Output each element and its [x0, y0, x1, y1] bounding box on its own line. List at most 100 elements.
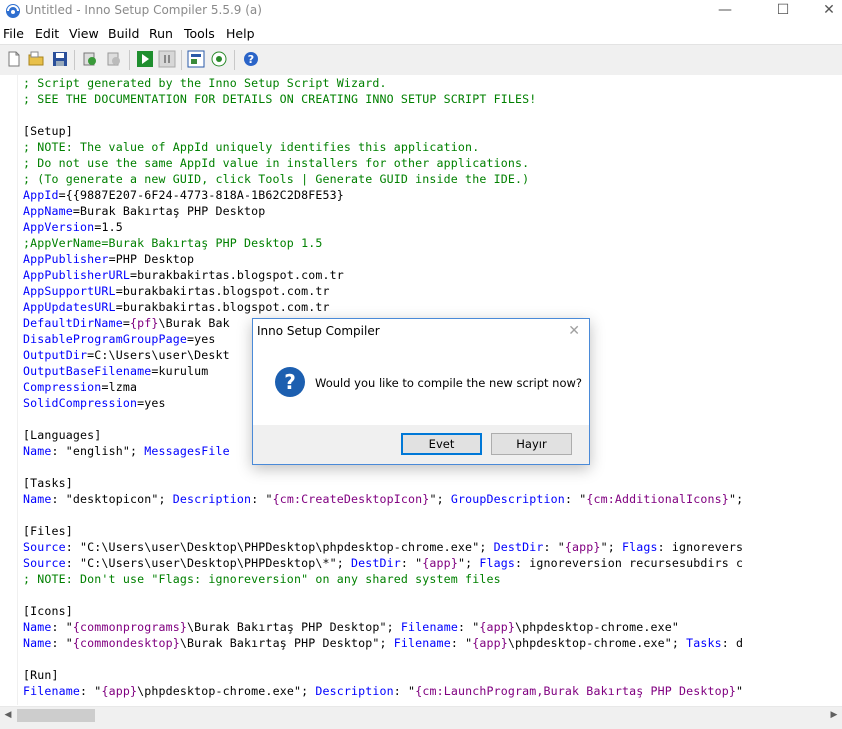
scroll-left-icon[interactable]: ◀ — [2, 709, 14, 722]
pause-icon[interactable] — [158, 50, 176, 68]
code-line[interactable]: AppUpdatesURL=burakbakirtas.blogspot.com… — [23, 299, 330, 315]
code-line[interactable]: Name: "{commonprograms}\Burak Bakırtaş P… — [23, 619, 679, 635]
code-token: {app} — [564, 540, 601, 554]
minimize-button[interactable]: — — [702, 0, 748, 22]
code-token: : " — [251, 492, 273, 506]
code-token: {app} — [101, 684, 138, 698]
save-icon[interactable] — [51, 50, 69, 68]
code-line[interactable]: AppPublisherURL=burakbakirtas.blogspot.c… — [23, 267, 344, 283]
horizontal-scrollbar[interactable]: ◀ ▶ — [0, 706, 842, 724]
code-token: =burakbakirtas.blogspot.com.tr — [115, 284, 330, 298]
code-token: Filename — [393, 636, 451, 650]
code-token: : " — [51, 636, 73, 650]
code-line[interactable]: DisableProgramGroupPage=yes — [23, 331, 216, 347]
scroll-right-icon[interactable]: ▶ — [828, 709, 840, 722]
code-line[interactable]: [Run] — [23, 667, 59, 683]
dialog-message: Would you like to compile the new script… — [315, 376, 582, 390]
maximize-icon: ☐ — [776, 2, 790, 18]
code-token: : " — [543, 540, 565, 554]
code-line[interactable]: ; (To generate a new GUID, click Tools |… — [23, 171, 529, 187]
code-line[interactable]: ; NOTE: The value of AppId uniquely iden… — [23, 139, 479, 155]
code-line[interactable]: [Files] — [23, 523, 73, 539]
code-token: \Burak Bakırtaş PHP Desktop"; — [179, 636, 394, 650]
code-token: \phpdesktop-chrome.exe" — [515, 620, 680, 634]
code-line[interactable]: Source: "C:\Users\user\Desktop\PHPDeskto… — [23, 539, 743, 555]
code-token: {commondesktop} — [72, 636, 180, 650]
code-token: =yes — [187, 332, 216, 346]
menu-run[interactable]: Run — [149, 26, 173, 41]
code-line[interactable]: OutputBaseFilename=kurulum — [23, 363, 208, 379]
code-token: "; — [728, 492, 744, 506]
open-folder-icon[interactable] — [27, 50, 45, 68]
wizard-icon[interactable] — [187, 50, 205, 68]
maximize-button[interactable]: ☐ — [760, 0, 806, 22]
code-line[interactable]: [Setup] — [23, 123, 73, 139]
code-line[interactable]: Source: "C:\Users\user\Desktop\PHPDeskto… — [23, 555, 743, 571]
menu-help[interactable]: Help — [226, 26, 255, 41]
code-line[interactable]: ; NOTE: Don't use "Flags: ignoreversion"… — [23, 571, 501, 587]
code-line[interactable]: [Tasks] — [23, 475, 73, 491]
close-button[interactable]: ✕ — [806, 0, 842, 22]
code-token: ; Script generated by the Inno Setup Scr… — [23, 76, 387, 90]
code-line[interactable]: SolidCompression=yes — [23, 395, 166, 411]
target-icon[interactable] — [210, 50, 228, 68]
code-token: {app} — [422, 556, 458, 570]
run-icon[interactable] — [136, 50, 154, 68]
menu-file[interactable]: File — [3, 26, 24, 41]
code-token: Name — [23, 636, 52, 650]
toolbar-separator — [74, 50, 75, 70]
menu-edit[interactable]: Edit — [35, 26, 59, 41]
code-token: DestDir — [350, 556, 401, 570]
code-token: {pf} — [129, 316, 159, 330]
code-line[interactable]: DefaultDirName={pf}\Burak Bak — [23, 315, 230, 331]
dialog-close-icon[interactable]: ✕ — [568, 323, 580, 339]
yes-button[interactable]: Evet — [401, 433, 482, 455]
help-icon[interactable]: ? — [242, 50, 260, 68]
code-token: : ignoreversion recursesubdirs c — [515, 556, 744, 570]
code-line[interactable]: AppVersion=1.5 — [23, 219, 123, 235]
code-line[interactable]: AppPublisher=PHP Desktop — [23, 251, 194, 267]
code-token: \phpdesktop-chrome.exe"; — [137, 684, 316, 698]
new-file-icon[interactable] — [5, 50, 23, 68]
code-token: Filename — [400, 620, 458, 634]
code-line[interactable]: Name: "{commondesktop}\Burak Bakırtaş PH… — [23, 635, 743, 651]
code-token: [Languages] — [23, 428, 102, 442]
code-token: =kurulum — [151, 364, 209, 378]
menu-bar: File Edit View Build Run Tools Help — [0, 23, 842, 43]
scrollbar-thumb[interactable] — [17, 709, 95, 722]
code-token: : "C:\Users\user\Desktop\PHPDesktop\*"; — [65, 556, 351, 570]
code-line[interactable]: Name: "english"; MessagesFile — [23, 443, 230, 459]
code-line[interactable]: AppId={{9887E207-6F24-4773-818A-1B62C2D8… — [23, 187, 344, 203]
menu-view[interactable]: View — [69, 26, 99, 41]
code-line[interactable]: [Languages] — [23, 427, 101, 443]
code-line[interactable]: OutputDir=C:\Users\user\Deskt — [23, 347, 230, 363]
code-line[interactable]: [Icons] — [23, 603, 73, 619]
stop-compile-icon[interactable] — [105, 50, 123, 68]
code-line[interactable]: Compression=lzma — [23, 379, 137, 395]
close-icon: ✕ — [823, 2, 835, 18]
code-token: Source — [23, 540, 66, 554]
code-token: ; NOTE: The value of AppId uniquely iden… — [23, 140, 480, 154]
compile-icon[interactable] — [81, 50, 99, 68]
code-line[interactable]: Name: "desktopicon"; Description: "{cm:C… — [23, 491, 743, 507]
code-line[interactable]: AppName=Burak Bakırtaş PHP Desktop — [23, 203, 265, 219]
code-token: ; Do not use the same AppId value in ins… — [23, 156, 530, 170]
no-button[interactable]: Hayır — [491, 433, 572, 455]
code-line[interactable]: ; Script generated by the Inno Setup Scr… — [23, 75, 387, 91]
code-token: {cm:CreateDesktopIcon} — [272, 492, 430, 506]
editor-gutter[interactable] — [0, 75, 18, 705]
code-token: {app} — [472, 636, 508, 650]
code-line[interactable]: ;AppVerName=Burak Bakırtaş PHP Desktop 1… — [23, 235, 322, 251]
code-token: {cm:LaunchProgram,Burak Bakırtaş PHP Des… — [415, 684, 737, 698]
code-line[interactable]: ; SEE THE DOCUMENTATION FOR DETAILS ON C… — [23, 91, 536, 107]
code-token: =yes — [137, 396, 166, 410]
code-line[interactable]: ; Do not use the same AppId value in ins… — [23, 155, 529, 171]
menu-build[interactable]: Build — [108, 26, 139, 41]
code-token: Source — [23, 556, 66, 570]
code-token: =C:\Users\user\Deskt — [87, 348, 230, 362]
code-line[interactable]: AppSupportURL=burakbakirtas.blogspot.com… — [23, 283, 330, 299]
code-token: ;AppVerName=Burak Bakırtaş PHP Desktop 1… — [23, 236, 323, 250]
code-token: AppVersion — [23, 220, 95, 234]
code-line[interactable]: Filename: "{app}\phpdesktop-chrome.exe";… — [23, 683, 743, 699]
menu-tools[interactable]: Tools — [184, 26, 215, 41]
